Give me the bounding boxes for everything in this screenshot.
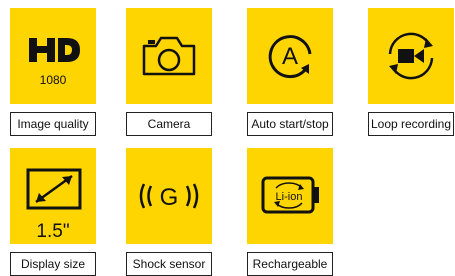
feature-tile-display-size: 1.5" Display size	[10, 148, 96, 276]
feature-tile-rechargeable: Li-ion Rechargeable	[247, 148, 333, 276]
shock-sensor-icon: G	[126, 148, 212, 244]
battery-icon: Li-ion	[247, 148, 333, 244]
feature-label: Image quality	[10, 112, 96, 136]
hd-resolution-text: 1080	[40, 73, 67, 87]
feature-tile-loop-recording: Loop recording	[368, 8, 454, 136]
auto-glyph: A	[282, 43, 298, 70]
shock-glyph: G	[160, 184, 179, 211]
hd-icon: 1080	[10, 8, 96, 104]
feature-label: Auto start/stop	[247, 112, 333, 136]
feature-tile-image-quality: 1080 Image quality	[10, 8, 96, 136]
feature-label: Loop recording	[368, 112, 454, 136]
display-size-icon: 1.5"	[10, 148, 96, 244]
camera-icon	[126, 8, 212, 104]
battery-type-text: Li-ion	[276, 191, 303, 203]
feature-label: Shock sensor	[126, 252, 212, 276]
feature-tile-shock-sensor: G Shock sensor	[126, 148, 212, 276]
feature-tile-auto-start-stop: A Auto start/stop	[247, 8, 333, 136]
feature-label: Rechargeable	[247, 252, 333, 276]
feature-label: Display size	[10, 252, 96, 276]
display-size-text: 1.5"	[36, 221, 69, 242]
auto-start-stop-icon: A	[247, 8, 333, 104]
loop-recording-icon	[368, 8, 454, 104]
feature-tile-camera: Camera	[126, 8, 212, 136]
feature-label: Camera	[126, 112, 212, 136]
